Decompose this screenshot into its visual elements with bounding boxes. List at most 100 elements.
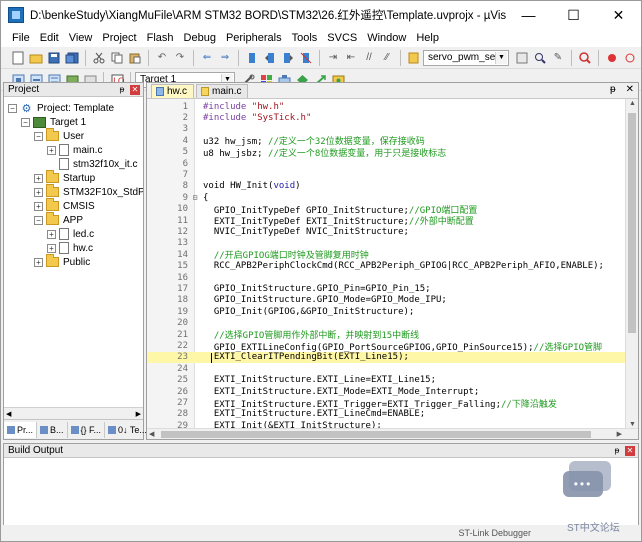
collapse-icon[interactable]: − [21, 117, 30, 127]
debug-session-icon[interactable] [578, 51, 592, 65]
menu-view[interactable]: View [64, 32, 98, 44]
tree-item[interactable]: + Public [34, 254, 90, 269]
scroll-left-icon[interactable]: ◀ [149, 430, 154, 438]
scroll-right-icon[interactable]: ▶ [617, 430, 622, 438]
code-line[interactable]: 19 GPIO_Init(GPIOG,&GPIO_InitStructure); [147, 306, 626, 317]
tree-item[interactable]: + hw.c [47, 241, 93, 255]
editor-horizontal-thumb[interactable] [161, 431, 591, 438]
code-line[interactable]: 27 EXTI_InitStructure.EXTI_Trigger=EXTI_… [147, 397, 626, 410]
scroll-right-icon[interactable]: ▶ [136, 410, 141, 418]
collapse-icon[interactable]: − [8, 103, 17, 113]
menu-peripherals[interactable]: Peripherals [221, 32, 287, 44]
collapse-icon[interactable]: − [34, 215, 43, 225]
expand-icon[interactable]: + [47, 243, 56, 253]
bookmark-icon[interactable] [245, 51, 259, 65]
scroll-down-icon[interactable]: ▼ [629, 421, 636, 428]
pin-icon[interactable]: ᵽ [117, 85, 127, 95]
tree-item[interactable]: − User [34, 128, 84, 143]
breakpoint-disable-icon[interactable] [623, 51, 637, 65]
save-icon[interactable] [47, 51, 61, 65]
close-icon[interactable]: ✕ [625, 445, 635, 456]
menu-file[interactable]: File [7, 32, 35, 44]
editor-vertical-scrollbar[interactable]: ▲ ▼ [625, 99, 638, 429]
expand-icon[interactable]: + [34, 173, 43, 183]
project-tab-1[interactable]: B... [37, 421, 68, 438]
code-area[interactable]: 1 #include "hw.h" 2 #include "SysTick.h" 3 4 u… [147, 99, 626, 429]
tree-item[interactable]: stm32f10x_it.c [47, 157, 137, 171]
expand-icon[interactable]: + [34, 257, 43, 267]
find-combo[interactable]: servo_pwm_set ▼ [423, 49, 509, 66]
find-icon[interactable] [515, 51, 529, 65]
pin-icon[interactable]: ᵽ [610, 84, 616, 95]
scroll-up-icon[interactable]: ▲ [629, 100, 636, 107]
navigate-back-icon[interactable]: ⇐ [200, 51, 214, 65]
tree-item[interactable]: − Target 1 [21, 115, 86, 129]
pin-icon[interactable]: ᵽ [612, 446, 622, 456]
wrench-icon[interactable]: ✎ [551, 51, 565, 65]
breakpoint-icon[interactable] [605, 51, 619, 65]
close-icon[interactable]: ✕ [626, 84, 634, 95]
bookmark-next-icon[interactable] [281, 51, 295, 65]
expand-icon[interactable]: + [47, 229, 56, 239]
redo-icon[interactable]: ↷ [173, 51, 187, 65]
menu-window[interactable]: Window [362, 32, 411, 44]
tree-item[interactable]: + led.c [47, 227, 94, 241]
expand-icon[interactable]: + [47, 145, 56, 155]
code-line[interactable]: 5 u8 hw_jsbz; //定义一个8位数据变量，用于只是接收标志 [147, 147, 626, 159]
navigate-forward-icon[interactable]: ⇒ [218, 51, 232, 65]
code-line[interactable]: 14 //开启GPIOG端口时钟及管脚复用时钟 [147, 249, 626, 262]
tree-item[interactable]: + main.c [47, 143, 102, 157]
tree-item[interactable]: + Startup [34, 170, 95, 185]
code-line[interactable]: 8 void HW_Init(void) [147, 181, 626, 192]
menu-edit[interactable]: Edit [35, 32, 64, 44]
paste-icon[interactable] [128, 51, 142, 65]
project-tab-2[interactable]: {} F... [68, 421, 106, 438]
minimize-button[interactable]: — [506, 1, 551, 29]
fold-icon[interactable]: ⊟ [191, 193, 199, 202]
find-in-files-icon[interactable] [407, 51, 421, 65]
new-file-icon[interactable] [11, 51, 25, 65]
project-tab-3[interactable]: 0↓ Te... [105, 421, 151, 438]
collapse-icon[interactable]: − [34, 131, 43, 141]
tree-item[interactable]: + STM32F10x_StdPeriph [34, 184, 143, 199]
code-line[interactable]: 6 [147, 158, 626, 169]
project-tree-scrollbar[interactable]: ◀ ▶ [4, 407, 143, 419]
build-output-text[interactable] [4, 458, 638, 527]
menu-svcs[interactable]: SVCS [322, 32, 362, 44]
open-folder-icon[interactable] [29, 51, 43, 65]
chevron-down-icon[interactable]: ▼ [495, 51, 507, 64]
menu-project[interactable]: Project [97, 32, 141, 44]
menu-debug[interactable]: Debug [179, 32, 221, 44]
expand-icon[interactable]: + [34, 201, 43, 211]
unindent-icon[interactable]: ⇤ [344, 51, 358, 65]
project-tab-0[interactable]: Pr... [4, 421, 38, 438]
editor-horizontal-scrollbar[interactable]: ◀ ▶ [147, 428, 638, 439]
code-line[interactable]: 17 GPIO_InitStructure.GPIO_Pin=GPIO_Pin_… [147, 283, 626, 294]
close-button[interactable]: ✕ [596, 1, 641, 29]
close-icon[interactable]: ✕ [130, 84, 140, 95]
indent-icon[interactable]: ⇥ [326, 51, 340, 65]
code-line[interactable]: 2 #include "SysTick.h" [147, 112, 626, 123]
bookmark-prev-icon[interactable] [263, 51, 277, 65]
code-line[interactable]: 15 RCC_APB2PeriphClockCmd(RCC_APB2Periph… [147, 261, 626, 272]
expand-icon[interactable]: + [34, 187, 43, 197]
code-line[interactable]: 25 EXTI_InitStructure.EXTI_Line=EXTI_Lin… [147, 375, 626, 386]
uncomment-icon[interactable]: ⁄⁄ [380, 51, 394, 65]
editor-tab-hw-c[interactable]: hw.c [151, 84, 195, 98]
code-line[interactable]: 1 #include "hw.h" [147, 101, 626, 112]
tree-item[interactable]: + CMSIS [34, 198, 95, 213]
code-line[interactable]: 22 GPIO_EXTILineConfig(GPIO_PortSourceGP… [147, 340, 626, 353]
cut-icon[interactable] [92, 51, 106, 65]
code-line[interactable]: 18 GPIO_InitStructure.GPIO_Mode=GPIO_Mod… [147, 295, 626, 306]
save-all-icon[interactable] [65, 51, 79, 65]
code-line[interactable]: 28 EXTI_InitStructure.EXTI_LineCmd=ENABL… [147, 409, 626, 420]
menu-flash[interactable]: Flash [142, 32, 179, 44]
menu-help[interactable]: Help [411, 32, 444, 44]
editor-tab-main-c[interactable]: main.c [196, 84, 249, 98]
incremental-find-icon[interactable] [533, 51, 547, 65]
tree-item[interactable]: − ⚙ Project: Template [8, 101, 114, 115]
comment-icon[interactable]: // [362, 51, 376, 65]
code-line[interactable]: 11 EXTI_InitTypeDef EXTI_InitStructure;/… [147, 215, 626, 228]
code-line[interactable]: 12 NVIC_InitTypeDef NVIC_InitStructure; [147, 226, 626, 237]
undo-icon[interactable]: ↶ [155, 51, 169, 65]
